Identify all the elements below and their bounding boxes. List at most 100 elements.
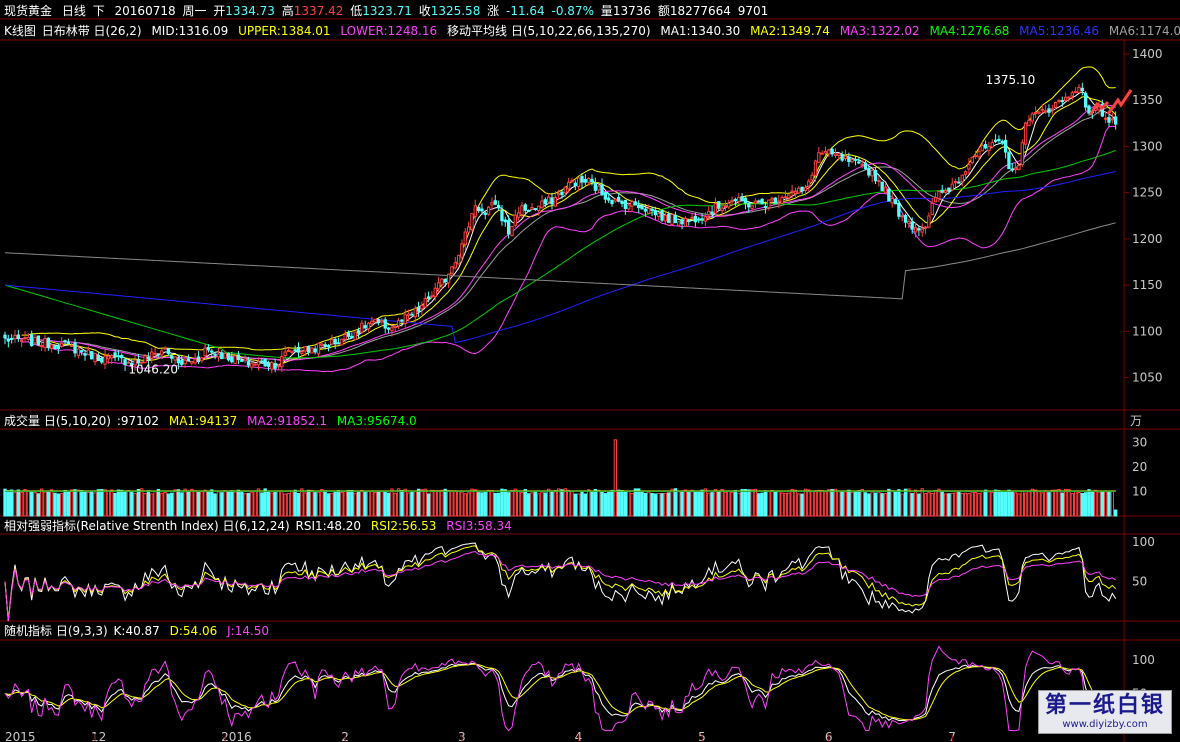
volume-indicator-label[interactable]: 成交量 日(5,10,20) [4, 414, 111, 428]
kdj-j-value: J:14.50 [227, 624, 270, 638]
candle-body [6, 338, 11, 342]
volume-bar [473, 489, 477, 517]
volume-bar [453, 490, 457, 517]
volume-bar [480, 492, 484, 517]
candle-body [1027, 119, 1031, 127]
ma-label[interactable]: 移动平均线 日(5,10,22,66,135,270) [447, 24, 651, 38]
volume-bar [827, 489, 831, 517]
volume-bar [707, 492, 711, 517]
candle-body [300, 351, 304, 355]
candle-body [556, 192, 561, 196]
volume-bar [310, 489, 314, 517]
candle-body [997, 138, 1001, 142]
rsi-indicator-label[interactable]: 相对强弱指标(Relative Strenth Index) 日(6,12,24… [4, 519, 290, 533]
date-label: 20160718 [114, 4, 176, 18]
volume-bar [443, 488, 447, 517]
volume-bar [356, 491, 361, 517]
candle-body [246, 361, 251, 366]
volume-bar [320, 489, 324, 517]
volume-bar [1030, 488, 1034, 517]
volume-bar [863, 492, 868, 517]
volume-bar [1033, 489, 1038, 517]
candle-body [473, 205, 477, 217]
k-chart-label[interactable]: K线图 [4, 24, 36, 38]
volume-bar [220, 492, 224, 517]
change-pct: -0.87% [551, 4, 594, 18]
weekday-label: 周一 [182, 4, 207, 18]
ma3-value: MA3:1322.02 [839, 24, 920, 38]
candle-body [26, 336, 31, 340]
candle-body [913, 227, 918, 233]
x-tick-2: 2016 [221, 730, 252, 742]
volume-bar [63, 489, 67, 517]
volume-bar [953, 492, 958, 517]
candle-body [910, 221, 914, 230]
volume-bar [1053, 489, 1058, 517]
candle-body [577, 177, 581, 187]
candle-body [323, 344, 327, 347]
candle-body [620, 201, 624, 204]
volume-bar [146, 490, 151, 517]
candle-body [1053, 102, 1058, 108]
volume-bar [400, 490, 404, 517]
volume-bar [657, 493, 661, 517]
volume-bar [520, 491, 524, 517]
candle-body [193, 358, 197, 364]
volume-bar [56, 493, 61, 517]
candle-body [1000, 140, 1004, 144]
volume-bar [60, 493, 64, 517]
volume-bar [536, 493, 541, 517]
volume-bar [957, 490, 961, 517]
volume-bar [226, 491, 231, 517]
boll-upper: UPPER:1384.01 [238, 24, 331, 38]
kdj-indicator-label[interactable]: 随机指标 日(9,3,3) [4, 624, 108, 638]
volume-bar [1037, 491, 1041, 517]
candle-body [653, 210, 658, 216]
instrument-name: 现货黄金 [4, 4, 53, 18]
volume-label: 量 [600, 4, 613, 18]
boll-label[interactable]: 日布林带 日(26,2) [42, 24, 142, 38]
close-label: 收 [418, 4, 431, 18]
price-tick-1250: 1250 [1132, 186, 1163, 200]
candle-body [436, 282, 441, 290]
volume-bar [436, 490, 441, 517]
candle-body [146, 356, 151, 360]
volume-bar [663, 492, 668, 517]
volume-bar [687, 491, 691, 517]
volume-bar [10, 489, 14, 517]
volume-bar [840, 491, 844, 517]
candle-body [516, 212, 521, 218]
candle-body [156, 353, 161, 356]
low-value: 1323.71 [362, 4, 412, 18]
volume-bar [526, 493, 531, 517]
volume-bar [53, 492, 57, 517]
volume-bar [80, 490, 84, 517]
candle-body [283, 351, 287, 357]
candle-body [16, 334, 21, 340]
candle-body [100, 357, 104, 363]
candle-body [386, 327, 391, 330]
candle-body [747, 202, 751, 208]
candle-body [640, 205, 644, 210]
rsi-tick-100: 100 [1132, 535, 1155, 549]
volume-bar [870, 491, 874, 517]
volume-bar [853, 491, 858, 517]
volume-bar [903, 488, 908, 517]
volume-bar [767, 490, 771, 517]
boll-lower-line [21, 125, 1116, 373]
candle-body [717, 201, 721, 209]
period-label[interactable]: 日线 [62, 4, 86, 18]
volume-legend: 成交量 日(5,10,20) :97102 MA1:94137 MA2:9185… [4, 413, 423, 429]
candle-body [723, 205, 728, 208]
rsi-tick-50: 50 [1132, 574, 1147, 588]
candle-body [196, 356, 201, 363]
candle-body [30, 334, 34, 347]
candle-body [333, 338, 337, 345]
candle-body [783, 196, 788, 199]
boll-mid-line [21, 106, 1116, 361]
candle-body [90, 351, 94, 360]
volume-bar [116, 489, 121, 517]
volume-bar [577, 493, 581, 517]
candle-body [183, 359, 187, 365]
volume-bar [910, 493, 914, 517]
